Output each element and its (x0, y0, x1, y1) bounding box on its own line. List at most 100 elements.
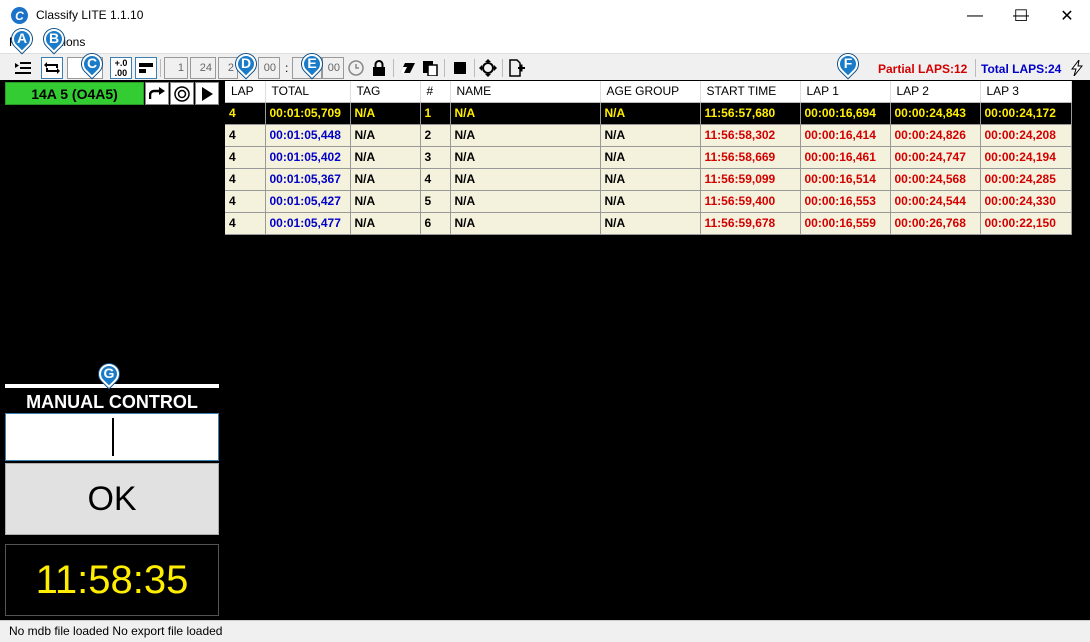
window-title: Classify LITE 1.1.10 (36, 8, 144, 22)
cell-total: 00:01:05,402 (265, 146, 351, 169)
table-row[interactable]: 4 00:01:05,477 N/A 6 N/A N/A 11:56:59,67… (225, 212, 1072, 235)
field-laps[interactable]: 2 (218, 57, 238, 79)
minimize-button[interactable]: — (952, 0, 998, 31)
col-header-tag[interactable]: TAG (350, 81, 421, 103)
table-row[interactable]: 4 00:01:05,367 N/A 4 N/A N/A 11:56:59,09… (225, 168, 1072, 191)
cell-number: 2 (420, 124, 451, 147)
callout-marker-c: C (77, 49, 107, 81)
clock-button[interactable] (345, 57, 367, 79)
reset-heat-button[interactable] (170, 82, 194, 105)
layout-button[interactable] (135, 57, 157, 79)
cell-lap2: 00:00:24,747 (890, 146, 981, 169)
lock-button[interactable] (368, 57, 390, 79)
cell-lap3: 00:00:24,208 (980, 124, 1072, 147)
maximize-icon: ☐ (1013, 7, 1029, 25)
partial-laps-label: Partial LAPS: (878, 62, 955, 76)
results-table: LAP TOTAL TAG # NAME AGE GROUP START TIM… (225, 81, 1072, 235)
col-header-lap1[interactable]: LAP 1 (800, 81, 891, 103)
cell-start-time: 11:56:58,302 (700, 124, 801, 147)
status-export: No export file loaded (112, 624, 223, 638)
cell-lap3: 00:00:24,285 (980, 168, 1072, 191)
cell-age-group: N/A (600, 146, 701, 169)
cell-lap: 4 (225, 124, 266, 147)
laps-divider (975, 59, 976, 77)
cell-number: 5 (420, 190, 451, 213)
swap-button[interactable] (41, 57, 63, 79)
list-indent-icon (15, 62, 31, 74)
paste-button[interactable] (419, 57, 441, 79)
table-header: LAP TOTAL TAG # NAME AGE GROUP START TIM… (225, 81, 1072, 103)
cell-lap: 4 (225, 212, 266, 235)
cell-lap2: 00:00:24,826 (890, 124, 981, 147)
cell-lap: 4 (225, 146, 266, 169)
cell-tag: N/A (350, 190, 421, 213)
lightning-icon (1071, 60, 1083, 76)
menu-bar: File Options (0, 31, 1090, 53)
callout-marker-a: A (7, 24, 37, 56)
field-hours[interactable]: 00 (258, 57, 280, 79)
list-indent-button[interactable] (12, 57, 34, 79)
decimal-format-button[interactable]: +.0.00 (110, 57, 132, 79)
cell-lap1: 00:00:16,553 (800, 190, 891, 213)
col-header-total[interactable]: TOTAL (265, 81, 351, 103)
swap-arrows-icon (44, 62, 60, 74)
callout-marker-g: G (94, 359, 124, 391)
cell-age-group: N/A (600, 212, 701, 235)
table-row[interactable]: 4 00:01:05,427 N/A 5 N/A N/A 11:56:59,40… (225, 190, 1072, 213)
col-header-number[interactable]: # (420, 81, 451, 103)
cell-tag: N/A (350, 168, 421, 191)
field-heat[interactable]: 1 (164, 57, 188, 79)
cell-lap1: 00:00:16,514 (800, 168, 891, 191)
play-button[interactable] (195, 82, 219, 105)
cell-lap1: 00:00:16,559 (800, 212, 891, 235)
toolbar-separator (502, 59, 503, 77)
cell-age-group: N/A (600, 102, 701, 125)
eraser-icon (400, 63, 415, 73)
ok-button[interactable]: OK (5, 463, 219, 535)
col-header-name[interactable]: NAME (450, 81, 601, 103)
cell-name: N/A (450, 168, 601, 191)
text-caret (112, 418, 114, 456)
col-header-age-group[interactable]: AGE GROUP (600, 81, 701, 103)
total-laps-value: 24 (1048, 62, 1062, 76)
cell-start-time: 11:56:57,680 (700, 102, 801, 125)
field-seconds[interactable]: 00 (322, 57, 344, 79)
table-row[interactable]: 4 00:01:05,709 N/A 1 N/A N/A 11:56:57,68… (225, 102, 1072, 125)
cell-number: 6 (420, 212, 451, 235)
field-count[interactable]: 24 (190, 57, 216, 79)
toolbar-separator (160, 59, 161, 77)
table-row[interactable]: 4 00:01:05,448 N/A 2 N/A N/A 11:56:58,30… (225, 124, 1072, 147)
status-mdb: No mdb file loaded (9, 624, 110, 638)
cell-lap: 4 (225, 190, 266, 213)
cell-total: 00:01:05,448 (265, 124, 351, 147)
close-button[interactable]: ✕ (1044, 0, 1090, 31)
col-header-lap3[interactable]: LAP 3 (980, 81, 1072, 103)
decimal-icon: +.0.00 (114, 58, 128, 78)
col-header-lap2[interactable]: LAP 2 (890, 81, 981, 103)
cell-tag: N/A (350, 102, 421, 125)
col-header-start-time[interactable]: START TIME (700, 81, 801, 103)
maximize-button[interactable]: ☐ (998, 0, 1044, 31)
stop-button[interactable] (449, 57, 471, 79)
cell-tag: N/A (350, 124, 421, 147)
cell-lap3: 00:00:24,330 (980, 190, 1072, 213)
lightning-button[interactable] (1066, 57, 1088, 79)
cell-start-time: 11:56:59,099 (700, 168, 801, 191)
cell-age-group: N/A (600, 168, 701, 191)
clipboard-icon (423, 61, 438, 76)
manual-input[interactable] (5, 413, 219, 461)
cell-start-time: 11:56:59,678 (700, 212, 801, 235)
move-crosshair-icon (479, 59, 497, 77)
cell-number: 1 (420, 102, 451, 125)
cell-lap2: 00:00:24,568 (890, 168, 981, 191)
left-panel: 14A 5 (O4A5) MANUAL CONTROL OK 11:58:35 (0, 80, 224, 620)
col-header-lap[interactable]: LAP (225, 81, 266, 103)
cell-age-group: N/A (600, 124, 701, 147)
move-button[interactable] (477, 57, 499, 79)
table-row[interactable]: 4 00:01:05,402 N/A 3 N/A N/A 11:56:58,66… (225, 146, 1072, 169)
eraser-button[interactable] (397, 57, 419, 79)
new-document-button[interactable] (506, 57, 528, 79)
heat-label[interactable]: 14A 5 (O4A5) (5, 82, 144, 105)
forward-heat-button[interactable] (145, 82, 169, 105)
cell-name: N/A (450, 102, 601, 125)
